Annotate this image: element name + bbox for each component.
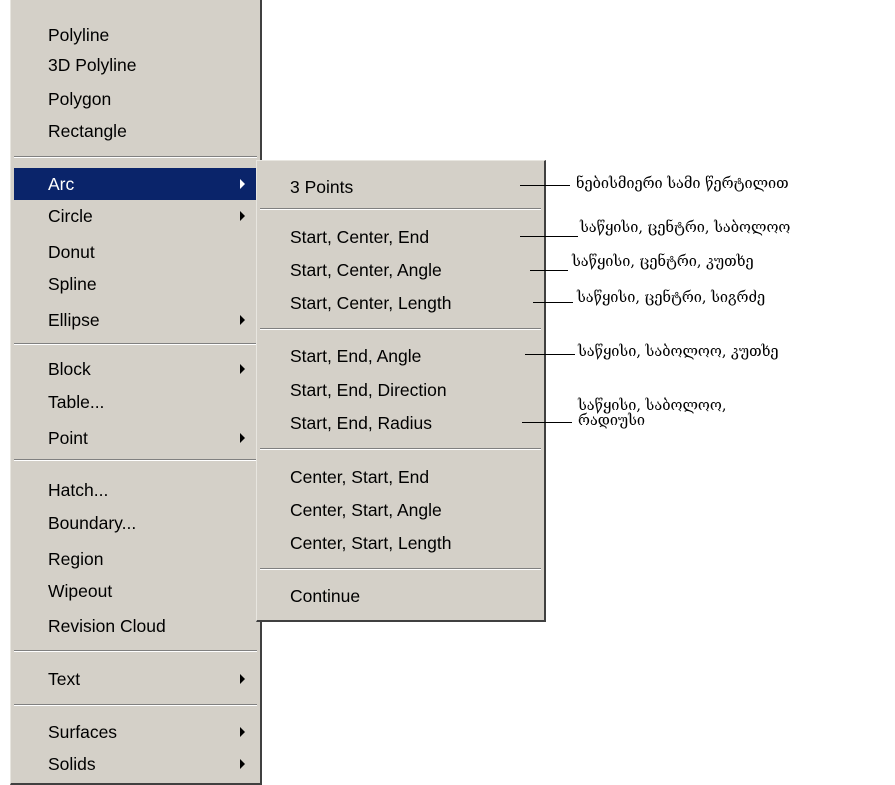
menu-item-label: 3D Polyline (48, 55, 137, 75)
submenu-arrow-icon (240, 179, 245, 189)
menu-separator (260, 568, 541, 570)
submenu-item-label: Start, Center, Length (290, 293, 452, 313)
menu-item-point[interactable]: Point (14, 422, 257, 454)
draw-menu: Polyline 3D Polyline Polygon Rectangle A… (10, 0, 262, 785)
annotation-text: ნებისმიერი სამი წერტილით (576, 176, 789, 192)
submenu-arrow-icon (240, 433, 245, 443)
menu-item-revision-cloud[interactable]: Revision Cloud (14, 610, 257, 642)
menu-item-table[interactable]: Table... (14, 386, 257, 418)
submenu-item-label: 3 Points (290, 177, 354, 197)
menu-item-arc[interactable]: Arc (14, 168, 257, 200)
menu-item-boundary[interactable]: Boundary... (14, 507, 257, 539)
annotation-leader-line (520, 236, 578, 237)
submenu-arrow-icon (240, 759, 245, 769)
menu-item-block[interactable]: Block (14, 353, 257, 385)
menu-item-polygon[interactable]: Polygon (14, 83, 257, 115)
submenu-arrow-icon (240, 674, 245, 684)
menu-item-label: Boundary... (48, 513, 137, 533)
menu-item-label: Donut (48, 242, 95, 262)
menu-item-label: Point (48, 428, 88, 448)
submenu-item-start-end-direction[interactable]: Start, End, Direction (260, 374, 541, 406)
menu-item-label: Ellipse (48, 310, 100, 330)
menu-separator (14, 156, 257, 158)
annotation-text: საწყისი, ცენტრი, სიგრძე (577, 290, 766, 306)
submenu-arrow-icon (240, 364, 245, 374)
menu-item-label: Surfaces (48, 722, 118, 742)
submenu-arrow-icon (240, 315, 245, 325)
menu-separator (14, 704, 257, 706)
menu-item-wipeout[interactable]: Wipeout (14, 575, 257, 607)
menu-item-hatch[interactable]: Hatch... (14, 474, 257, 506)
submenu-item-center-start-length[interactable]: Center, Start, Length (260, 527, 541, 559)
annotation-text: საწყისი, ცენტრი, საბოლოო (580, 220, 791, 236)
menu-separator (14, 650, 257, 652)
annotation-leader-line (525, 354, 575, 355)
submenu-item-start-center-end[interactable]: Start, Center, End (260, 221, 541, 253)
menu-item-label: Arc (48, 174, 75, 194)
menu-item-rectangle[interactable]: Rectangle (14, 115, 257, 147)
submenu-item-label: Center, Start, Length (290, 533, 452, 553)
submenu-item-label: Center, Start, End (290, 467, 430, 487)
menu-item-surfaces[interactable]: Surfaces (14, 716, 257, 748)
menu-item-spline[interactable]: Spline (14, 268, 257, 300)
menu-item-label: Hatch... (48, 480, 109, 500)
submenu-item-center-start-angle[interactable]: Center, Start, Angle (260, 494, 541, 526)
submenu-item-start-end-radius[interactable]: Start, End, Radius (260, 407, 541, 439)
submenu-item-label: Start, End, Radius (290, 413, 433, 433)
menu-separator (260, 208, 541, 210)
menu-item-label: Wipeout (48, 581, 113, 601)
annotation-text: საწყისი, ცენტრი, კუთხე (572, 254, 754, 270)
annotation-text: საწყისი, საბოლოო, კუთხე (578, 344, 779, 360)
menu-separator (14, 459, 257, 461)
annotation-leader-line (520, 185, 570, 186)
menu-item-region[interactable]: Region (14, 543, 257, 575)
menu-item-label: Revision Cloud (48, 616, 166, 636)
menu-item-label: Block (48, 359, 91, 379)
menu-item-label: Region (48, 549, 104, 569)
submenu-item-start-center-length[interactable]: Start, Center, Length (260, 287, 541, 319)
menu-item-solids[interactable]: Solids (14, 748, 257, 780)
menu-separator (260, 328, 541, 330)
submenu-item-label: Start, End, Angle (290, 346, 422, 366)
menu-separator (14, 343, 257, 345)
arc-submenu: 3 Points Start, Center, End Start, Cente… (256, 160, 546, 622)
submenu-item-label: Start, Center, Angle (290, 260, 442, 280)
submenu-item-center-start-end[interactable]: Center, Start, End (260, 461, 541, 493)
submenu-item-label: Center, Start, Angle (290, 500, 442, 520)
menu-item-label: Spline (48, 274, 97, 294)
menu-item-label: Polyline (48, 25, 110, 45)
menu-item-polyline[interactable]: Polyline (14, 19, 257, 51)
menu-item-label: Solids (48, 754, 96, 774)
submenu-item-start-center-angle[interactable]: Start, Center, Angle (260, 254, 541, 286)
submenu-item-continue[interactable]: Continue (260, 580, 541, 612)
submenu-item-start-end-angle[interactable]: Start, End, Angle (260, 340, 541, 372)
menu-separator (260, 448, 541, 450)
menu-item-label: Polygon (48, 89, 112, 109)
annotation-leader-line (533, 302, 573, 303)
annotation-leader-line (530, 270, 568, 271)
menu-item-text[interactable]: Text (14, 663, 257, 695)
menu-item-label: Rectangle (48, 121, 127, 141)
annotation-text: რადიუსი (578, 413, 646, 429)
menu-item-label: Text (48, 669, 81, 689)
submenu-item-label: Continue (290, 586, 361, 606)
submenu-arrow-icon (240, 727, 245, 737)
submenu-item-label: Start, End, Direction (290, 380, 447, 400)
submenu-item-3-points[interactable]: 3 Points (260, 171, 541, 203)
menu-item-3d-polyline[interactable]: 3D Polyline (14, 49, 257, 81)
annotation-leader-line (522, 422, 572, 423)
menu-item-label: Table... (48, 392, 105, 412)
submenu-arrow-icon (240, 211, 245, 221)
menu-item-ellipse[interactable]: Ellipse (14, 304, 257, 336)
menu-item-circle[interactable]: Circle (14, 200, 257, 232)
submenu-item-label: Start, Center, End (290, 227, 430, 247)
menu-item-label: Circle (48, 206, 93, 226)
menu-item-donut[interactable]: Donut (14, 236, 257, 268)
